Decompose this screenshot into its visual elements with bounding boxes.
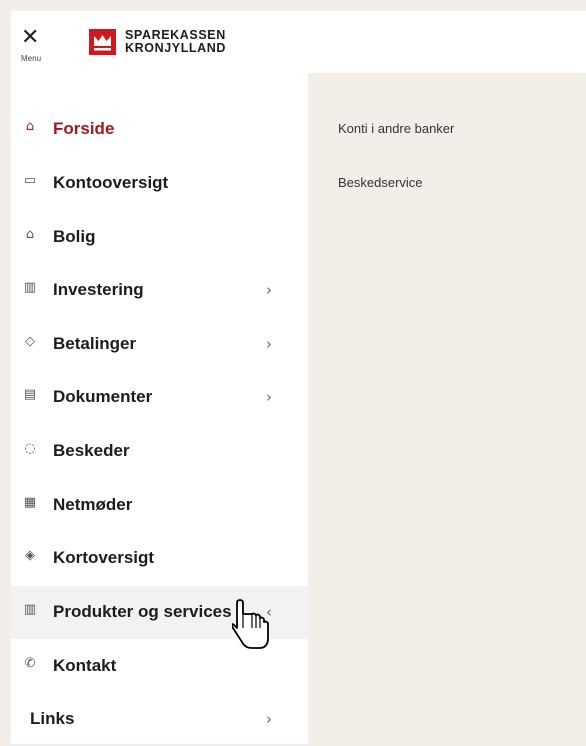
sidebar-item-links[interactable]: Links ›	[11, 693, 308, 746]
chevron-right-icon: ›	[266, 335, 272, 353]
sidebar-item-kontooversigt[interactable]: ▭ Kontooversigt	[11, 157, 308, 210]
wallet-icon: ▭	[23, 173, 37, 188]
submenu-panel: Konti i andre banker Beskedservice	[308, 73, 586, 744]
card-icon: ◈	[25, 548, 35, 563]
sidebar-item-investering[interactable]: ▥ Investering ›	[11, 264, 308, 317]
sidebar-item-kortoversigt[interactable]: ◈ Kortoversigt	[11, 532, 308, 585]
sidebar-item-dokumenter[interactable]: ▤ Dokumenter ›	[11, 371, 308, 424]
submenu-item-beskedservice[interactable]: Beskedservice	[338, 175, 423, 190]
sidebar-item-label: Kontakt	[53, 656, 117, 675]
sidebar-item-beskeder[interactable]: ◌ Beskeder	[11, 425, 308, 478]
sidebar-item-label: Kortoversigt	[53, 548, 155, 567]
home-icon: ⌂	[25, 119, 35, 134]
chevron-right-icon: ›	[266, 388, 272, 406]
sidebar-item-label: Dokumenter	[53, 387, 153, 406]
sidebar-item-label: Produkter og services	[53, 602, 232, 621]
sidebar-item-label: Bolig	[53, 227, 96, 246]
menu-close-button[interactable]: ✕ Menu	[21, 27, 49, 69]
document-icon: ▤	[23, 387, 37, 402]
header: ✕ Menu SPAREKASSEN KRONJYLLAND	[11, 11, 586, 73]
calendar-icon: ▦	[23, 495, 37, 510]
crown-logo-icon	[89, 29, 116, 55]
sidebar-item-label: Betalinger	[53, 334, 137, 353]
sidebar-item-netmoder[interactable]: ▦ Netmøder	[11, 479, 308, 532]
sidebar-item-label: Forside	[53, 119, 115, 138]
sidebar-item-label: Investering	[53, 280, 144, 299]
sidebar-item-label: Netmøder	[53, 495, 133, 514]
sidebar-item-forside[interactable]: ⌂ Forside	[11, 103, 308, 156]
chat-icon: ◌	[24, 441, 36, 456]
chart-icon: ▥	[23, 280, 37, 295]
payment-icon: ◇	[25, 334, 35, 349]
submenu-item-konti-i-andre-banker[interactable]: Konti i andre banker	[338, 121, 454, 136]
brand-name: SPAREKASSEN KRONJYLLAND	[125, 29, 226, 55]
hand-pointer-cursor-icon	[232, 599, 269, 649]
sidebar-item-label: Links	[30, 709, 75, 728]
house-icon: ⌂	[25, 227, 35, 242]
phone-icon: ✆	[24, 656, 36, 671]
sidebar-item-label: Kontooversigt	[53, 173, 169, 192]
sidebar-item-betalinger[interactable]: ◇ Betalinger ›	[11, 318, 308, 371]
chevron-right-icon: ›	[266, 710, 272, 728]
close-icon: ✕	[21, 25, 40, 50]
sidebar-item-label: Beskeder	[53, 441, 130, 460]
sidebar-item-bolig[interactable]: ⌂ Bolig	[11, 211, 308, 264]
menu-panel: ✕ Menu SPAREKASSEN KRONJYLLAND ⌂ Forside…	[11, 11, 586, 744]
chevron-right-icon: ›	[266, 281, 272, 299]
brand-line2: KRONJYLLAND	[125, 41, 227, 55]
menu-label: Menu	[21, 54, 42, 63]
brand-logo[interactable]: SPAREKASSEN KRONJYLLAND	[89, 29, 249, 57]
building-icon: ▥	[23, 602, 37, 617]
